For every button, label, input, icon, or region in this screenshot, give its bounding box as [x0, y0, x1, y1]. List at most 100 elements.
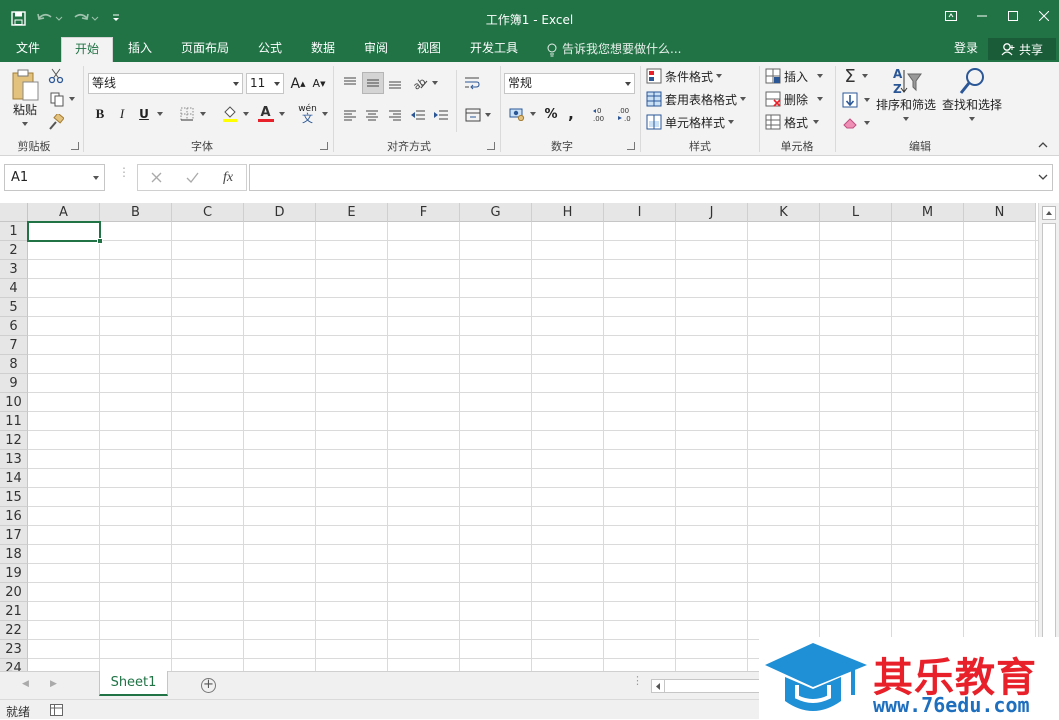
redo-button[interactable]: [68, 7, 102, 29]
select-all-corner[interactable]: [0, 203, 28, 222]
italic-button[interactable]: I: [112, 103, 132, 125]
font-name-combo[interactable]: 等线: [88, 73, 243, 94]
column-header[interactable]: M: [892, 203, 964, 222]
confirm-entry-button[interactable]: [174, 165, 210, 190]
tab-file[interactable]: 文件: [6, 37, 50, 62]
close-button[interactable]: [1028, 4, 1059, 28]
shrink-font-button[interactable]: A ▼: [310, 73, 328, 94]
horizontal-scrollbar[interactable]: [651, 679, 761, 693]
column-header[interactable]: H: [532, 203, 604, 222]
font-size-combo[interactable]: 11: [246, 73, 284, 94]
tab-review[interactable]: 审阅: [354, 37, 398, 62]
ribbon-display-button[interactable]: [935, 4, 966, 28]
column-header[interactable]: I: [604, 203, 676, 222]
insert-function-button[interactable]: fx: [210, 165, 246, 190]
row-header[interactable]: 1: [0, 222, 28, 241]
row-header[interactable]: 24: [0, 659, 28, 671]
sort-filter-button[interactable]: AZ 排序和筛选: [874, 66, 938, 130]
font-launcher[interactable]: [320, 142, 328, 150]
column-header[interactable]: E: [316, 203, 388, 222]
increase-indent-button[interactable]: [431, 104, 451, 126]
comma-button[interactable]: ,: [563, 103, 579, 125]
row-header[interactable]: 15: [0, 488, 28, 507]
name-box[interactable]: A1: [4, 164, 105, 191]
vertical-scrollbar[interactable]: [1038, 203, 1059, 671]
middle-align-button[interactable]: [362, 72, 384, 94]
align-right-button[interactable]: [385, 104, 405, 126]
decrease-decimal-button[interactable]: .00.0: [615, 103, 635, 125]
orientation-button[interactable]: ab: [410, 72, 440, 94]
row-header[interactable]: 14: [0, 469, 28, 488]
drag-handle-icon[interactable]: ⋮: [118, 166, 130, 178]
column-header[interactable]: C: [172, 203, 244, 222]
clipboard-launcher[interactable]: [71, 142, 79, 150]
save-button[interactable]: [6, 7, 30, 29]
tab-home[interactable]: 开始: [61, 37, 113, 62]
paste-button[interactable]: 粘贴: [8, 66, 42, 128]
row-header[interactable]: 10: [0, 393, 28, 412]
percent-button[interactable]: %: [542, 103, 560, 125]
increase-decimal-button[interactable]: 0.00: [591, 103, 611, 125]
row-header[interactable]: 6: [0, 317, 28, 336]
scroll-up-button[interactable]: [1042, 206, 1056, 220]
cut-button[interactable]: [46, 66, 66, 86]
scroll-thumb[interactable]: [1042, 223, 1056, 653]
decrease-indent-button[interactable]: [408, 104, 428, 126]
column-header[interactable]: K: [748, 203, 820, 222]
row-header[interactable]: 4: [0, 279, 28, 298]
row-header[interactable]: 7: [0, 336, 28, 355]
bottom-align-button[interactable]: [385, 72, 405, 94]
row-header[interactable]: 2: [0, 241, 28, 260]
tab-split-handle-icon[interactable]: ⋮: [632, 675, 643, 686]
merge-center-button[interactable]: [461, 104, 495, 126]
fill-button[interactable]: [840, 89, 872, 111]
row-header[interactable]: 16: [0, 507, 28, 526]
minimize-button[interactable]: [966, 4, 997, 28]
row-header[interactable]: 11: [0, 412, 28, 431]
find-select-button[interactable]: 查找和选择: [940, 66, 1004, 130]
number-launcher[interactable]: [627, 142, 635, 150]
number-format-combo[interactable]: 常规: [504, 73, 635, 94]
phonetic-button[interactable]: wén 文: [296, 103, 330, 125]
format-painter-button[interactable]: [46, 112, 66, 132]
top-align-button[interactable]: [340, 72, 360, 94]
row-header[interactable]: 8: [0, 355, 28, 374]
copy-button[interactable]: [46, 89, 78, 109]
row-header[interactable]: 12: [0, 431, 28, 450]
row-header[interactable]: 13: [0, 450, 28, 469]
cell-styles-button[interactable]: 单元格样式: [646, 112, 735, 132]
row-header[interactable]: 18: [0, 545, 28, 564]
format-as-table-button[interactable]: 套用表格格式: [646, 89, 747, 109]
customize-qat-button[interactable]: [104, 7, 128, 29]
row-header[interactable]: 23: [0, 640, 28, 659]
next-sheet-icon[interactable]: ▶: [50, 679, 57, 689]
row-header[interactable]: 22: [0, 621, 28, 640]
column-header[interactable]: N: [964, 203, 1036, 222]
maximize-button[interactable]: [997, 4, 1028, 28]
conditional-format-button[interactable]: 条件格式: [646, 66, 723, 86]
row-header[interactable]: 19: [0, 564, 28, 583]
row-header[interactable]: 3: [0, 260, 28, 279]
row-header[interactable]: 21: [0, 602, 28, 621]
column-header[interactable]: D: [244, 203, 316, 222]
clear-button[interactable]: [840, 112, 872, 134]
format-cells-button[interactable]: 格式: [765, 112, 820, 132]
underline-button[interactable]: U: [134, 103, 154, 125]
tab-page-layout[interactable]: 页面布局: [173, 37, 237, 62]
tab-data[interactable]: 数据: [301, 37, 345, 62]
column-header[interactable]: B: [100, 203, 172, 222]
formula-input[interactable]: [249, 164, 1053, 191]
fill-handle[interactable]: [97, 238, 103, 244]
selected-cell[interactable]: [27, 221, 103, 244]
login-link[interactable]: 登录: [954, 37, 978, 60]
tab-formulas[interactable]: 公式: [248, 37, 292, 62]
row-header[interactable]: 5: [0, 298, 28, 317]
accounting-format-button[interactable]: [505, 103, 539, 125]
align-left-button[interactable]: [340, 104, 360, 126]
column-header[interactable]: F: [388, 203, 460, 222]
underline-dropdown[interactable]: [155, 103, 165, 125]
font-color-button[interactable]: A: [254, 103, 288, 125]
row-header[interactable]: 9: [0, 374, 28, 393]
bold-button[interactable]: B: [90, 103, 110, 125]
cell-area[interactable]: [28, 222, 1038, 671]
